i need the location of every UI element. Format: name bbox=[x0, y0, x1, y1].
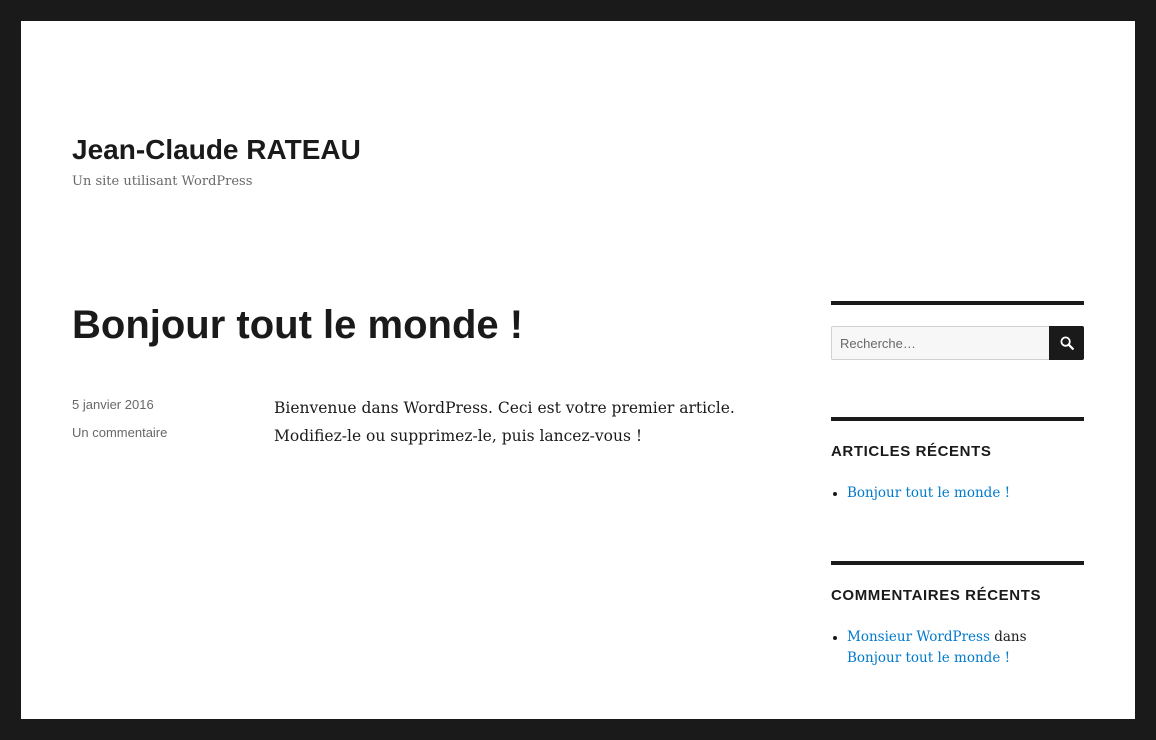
site-title[interactable]: Jean-Claude RATEAU bbox=[72, 133, 361, 167]
widget-divider bbox=[831, 301, 1084, 305]
search-button[interactable] bbox=[1049, 326, 1084, 360]
list-item: Monsieur WordPress dans Bonjour tout le … bbox=[831, 627, 1084, 669]
post-title[interactable]: Bonjour tout le monde ! bbox=[72, 301, 523, 349]
comment-author-link[interactable]: Monsieur WordPress bbox=[847, 629, 990, 645]
post-date-link[interactable]: 5 janvier 2016 bbox=[72, 396, 154, 414]
list-item: Bonjour tout le monde ! bbox=[831, 483, 1084, 504]
post-content: Bienvenue dans WordPress. Ceci est votre… bbox=[274, 394, 794, 450]
search-input[interactable] bbox=[831, 326, 1049, 360]
post-content-line: Bienvenue dans WordPress. Ceci est votre… bbox=[274, 399, 735, 417]
post-comments-link[interactable]: Un commentaire bbox=[72, 424, 167, 442]
site-description: Un site utilisant WordPress bbox=[72, 174, 253, 189]
recent-posts-list: Bonjour tout le monde ! bbox=[831, 483, 1084, 504]
comment-post-link[interactable]: Bonjour tout le monde ! bbox=[847, 650, 1010, 666]
comment-connector: dans bbox=[994, 629, 1027, 645]
page-content: Jean-Claude RATEAU Un site utilisant Wor… bbox=[21, 21, 1135, 719]
search-icon bbox=[1060, 336, 1074, 350]
widget-divider bbox=[831, 417, 1084, 421]
recent-post-link[interactable]: Bonjour tout le monde ! bbox=[847, 485, 1010, 501]
recent-comments-list: Monsieur WordPress dans Bonjour tout le … bbox=[831, 627, 1084, 669]
recent-comments-title: COMMENTAIRES RÉCENTS bbox=[831, 587, 1042, 604]
post-content-line: Modifiez-le ou supprimez-le, puis lancez… bbox=[274, 427, 643, 445]
recent-posts-title: ARTICLES RÉCENTS bbox=[831, 443, 992, 460]
widget-divider bbox=[831, 561, 1084, 565]
